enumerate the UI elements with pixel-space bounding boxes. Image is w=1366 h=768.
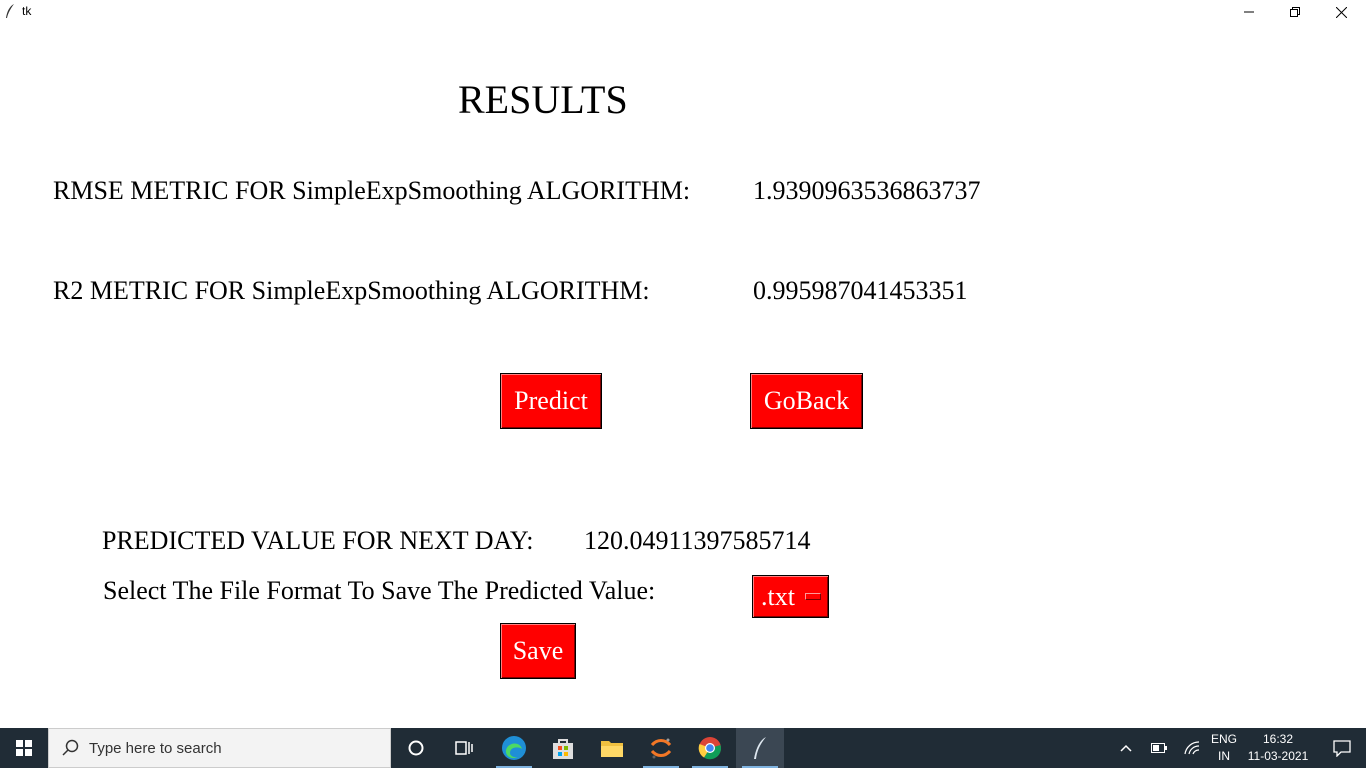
clock-time[interactable]: 16:32 — [1244, 732, 1312, 746]
task-view-button[interactable] — [440, 728, 488, 768]
predict-button[interactable]: Predict — [500, 373, 602, 429]
jupyter-icon — [650, 738, 672, 759]
microsoft-store-icon — [553, 739, 573, 759]
battery-button[interactable] — [1145, 728, 1173, 768]
predicted-value: 120.04911397585714 — [584, 526, 811, 555]
minimize-button[interactable] — [1226, 0, 1272, 24]
file-format-selected: .txt — [761, 581, 795, 611]
rmse-label: RMSE METRIC FOR SimpleExpSmoothing ALGOR… — [53, 176, 691, 205]
edge-taskbar-item[interactable] — [490, 728, 538, 768]
start-button[interactable] — [0, 728, 48, 768]
rmse-value: 1.9390963536863737 — [753, 176, 981, 205]
chevron-up-icon — [1120, 744, 1132, 752]
close-button[interactable] — [1318, 0, 1364, 24]
chrome-taskbar-item[interactable] — [686, 728, 734, 768]
tk-taskbar-item[interactable] — [736, 728, 784, 768]
search-placeholder: Type here to search — [89, 740, 222, 757]
jupyter-taskbar-item[interactable] — [637, 728, 685, 768]
wifi-icon — [1184, 741, 1200, 755]
save-button[interactable]: Save — [500, 623, 576, 679]
r2-value: 0.995987041453351 — [753, 276, 968, 305]
edge-browser-icon — [502, 736, 526, 760]
show-hidden-icons-button[interactable] — [1112, 728, 1140, 768]
window-title: tk — [22, 4, 32, 18]
chrome-icon — [698, 737, 722, 760]
page-title: RESULTS — [458, 77, 628, 122]
windows-logo-icon — [16, 740, 32, 756]
cortana-button[interactable] — [392, 728, 440, 768]
battery-icon — [1151, 743, 1167, 753]
notifications-button[interactable] — [1318, 728, 1366, 768]
search-icon — [62, 739, 79, 756]
notification-icon — [1333, 740, 1351, 757]
window-titlebar: tk — [0, 0, 1366, 24]
cortana-circle-icon — [408, 740, 424, 756]
file-format-optionmenu[interactable]: .txt — [752, 575, 829, 618]
network-button[interactable] — [1178, 728, 1206, 768]
restore-button[interactable] — [1272, 0, 1318, 24]
close-icon — [1335, 6, 1347, 18]
r2-label: R2 METRIC FOR SimpleExpSmoothing ALGORIT… — [53, 276, 650, 305]
clock-date: 11-03-2021 — [1247, 749, 1309, 763]
task-view-icon — [455, 741, 473, 755]
language-indicator[interactable]: ENG — [1208, 732, 1240, 746]
folder-icon — [601, 741, 623, 757]
optionmenu-indicator-icon — [804, 593, 821, 600]
file-format-label: Select The File Format To Save The Predi… — [103, 576, 656, 605]
tk-feather-icon — [754, 737, 766, 759]
tk-feather-icon — [6, 4, 14, 18]
restore-icon — [1290, 7, 1300, 17]
goback-button[interactable]: GoBack — [750, 373, 863, 429]
region-indicator: IN — [1218, 749, 1230, 763]
taskbar: Type here to search ENG IN 16:32 11-03-2… — [0, 728, 1366, 768]
store-taskbar-item[interactable] — [539, 728, 587, 768]
file-explorer-taskbar-item[interactable] — [588, 728, 636, 768]
minimize-icon — [1244, 11, 1254, 13]
predicted-label: PREDICTED VALUE FOR NEXT DAY: — [102, 526, 534, 555]
taskbar-search-box[interactable]: Type here to search — [48, 728, 391, 768]
